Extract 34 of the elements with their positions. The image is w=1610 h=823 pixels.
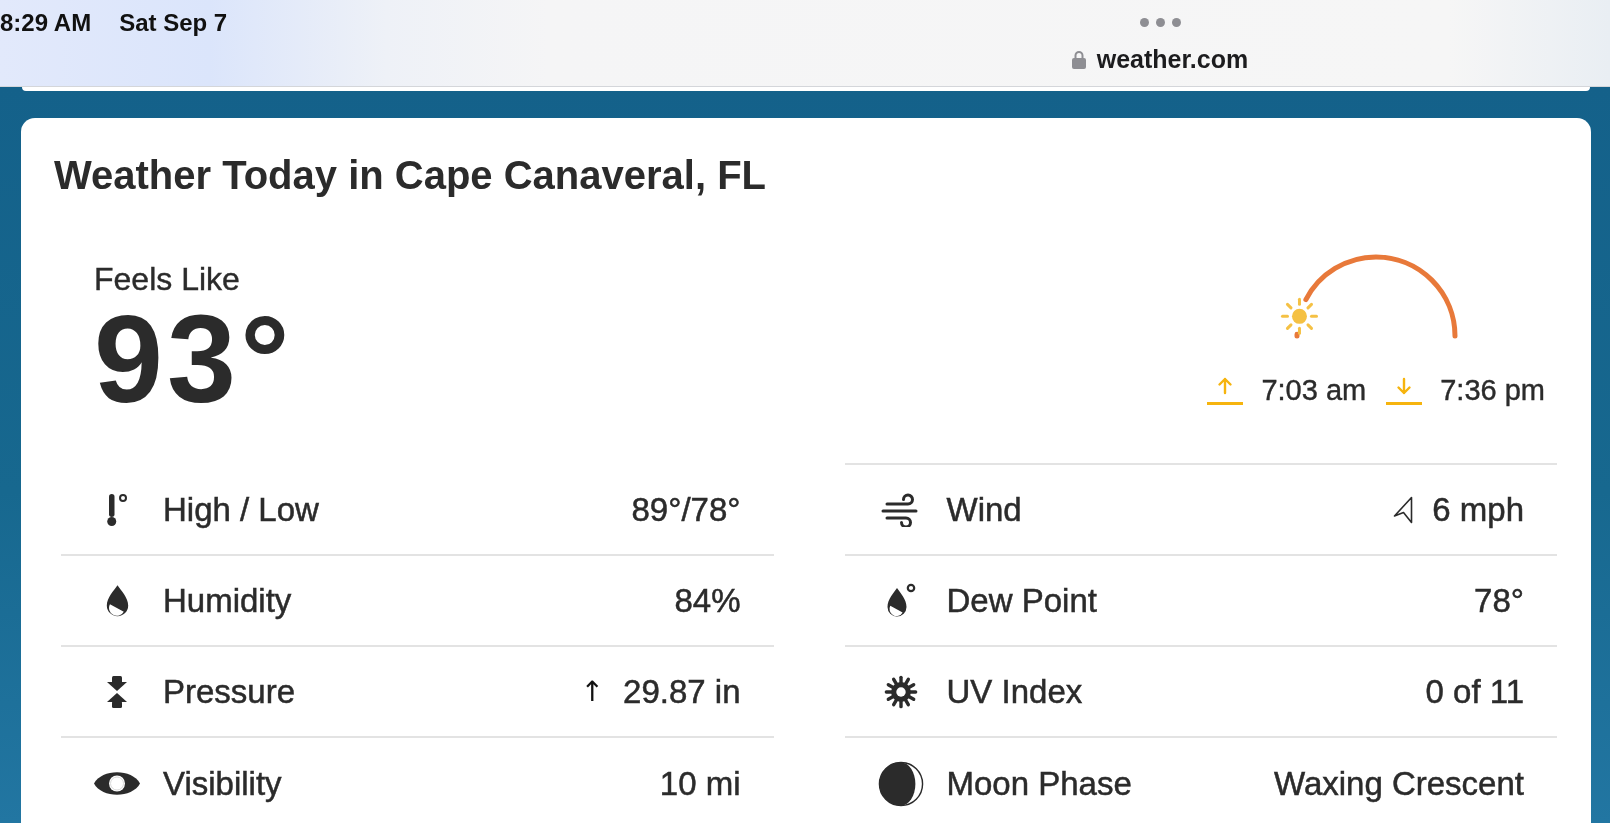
detail-value: 78° bbox=[1474, 581, 1524, 620]
detail-label: Wind bbox=[946, 490, 1022, 529]
status-time: 8:29 AM bbox=[0, 11, 92, 35]
detail-label: Humidity bbox=[163, 581, 292, 620]
detail-value: 29.87 in bbox=[623, 672, 741, 711]
detail-value: 89°/78° bbox=[631, 490, 741, 529]
status-date: Sat Sep 7 bbox=[119, 11, 228, 35]
moon-icon bbox=[877, 760, 924, 807]
navigation-arrow-icon bbox=[1393, 495, 1414, 524]
detail-label: Visibility bbox=[163, 764, 282, 803]
detail-value: 0 of 11 bbox=[1425, 672, 1524, 711]
card-title: Weather Today in Cape Canaveral, FL bbox=[54, 152, 767, 199]
sunrise-icon bbox=[1207, 375, 1244, 405]
sunset-icon bbox=[1386, 375, 1423, 405]
detail-label: High / Low bbox=[163, 490, 319, 529]
trend-arrow: ↑ bbox=[580, 674, 605, 709]
detail-label: Moon Phase bbox=[946, 764, 1132, 803]
feels-like-label: Feels Like bbox=[94, 261, 241, 297]
detail-label: UV Index bbox=[946, 672, 1083, 711]
sun-icon bbox=[883, 674, 918, 709]
detail-value: 84% bbox=[674, 581, 741, 620]
lock-icon bbox=[1071, 49, 1086, 69]
detail-value: 10 mi bbox=[659, 764, 741, 803]
converging-arrows-icon bbox=[105, 673, 129, 710]
detail-value: Waxing Crescent bbox=[1273, 764, 1524, 803]
detail-value: 6 mph bbox=[1432, 490, 1524, 529]
sunset-time: 7:36 pm bbox=[1440, 373, 1545, 408]
sunrise-time: 7:03 am bbox=[1261, 373, 1367, 408]
thermometer-icon bbox=[106, 492, 128, 527]
detail-label: Dew Point bbox=[946, 581, 1097, 620]
feels-like-temperature: 93° bbox=[94, 299, 294, 419]
detail-label: Pressure bbox=[163, 672, 296, 711]
address-bar[interactable]: weather.com bbox=[1071, 44, 1249, 74]
more-icon[interactable] bbox=[1139, 18, 1181, 27]
